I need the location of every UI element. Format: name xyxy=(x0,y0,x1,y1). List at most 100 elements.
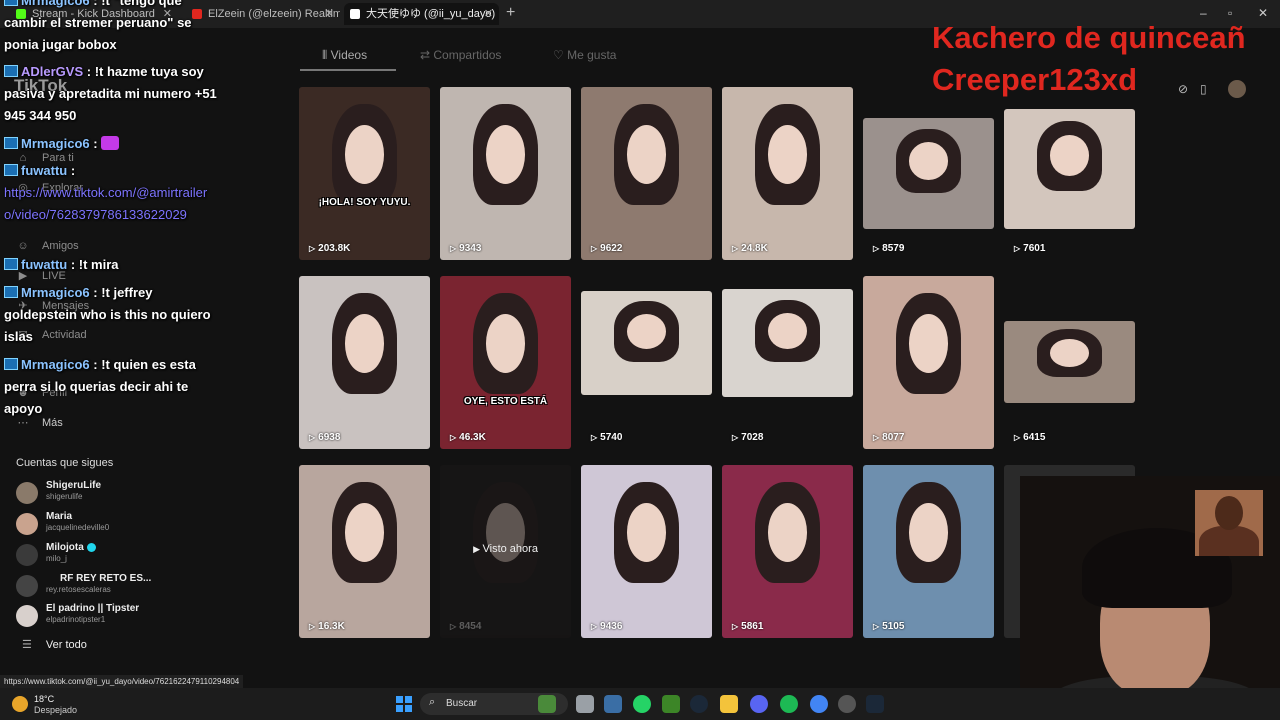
user-avatar[interactable] xyxy=(1228,80,1246,98)
active-tab-indicator xyxy=(300,69,396,71)
see-all-label: Ver todo xyxy=(45,639,87,651)
video-card[interactable]: ▷ 7601 xyxy=(1004,87,1135,260)
weather-icon[interactable] xyxy=(12,696,28,712)
video-card[interactable]: ▷ 9622 xyxy=(581,87,712,260)
maximize-button[interactable]: ▫ xyxy=(1228,6,1232,20)
play-icon: ▷ xyxy=(732,433,739,442)
search-label: Buscar xyxy=(446,698,478,709)
thumbnail-face xyxy=(908,314,949,373)
steam-icon[interactable] xyxy=(690,695,708,713)
tab-tiktok-profile[interactable]: 大天使ゆゆ (@ii_yu_dayo) | ✕ xyxy=(344,3,499,25)
chat-username: Mrmagico6 xyxy=(21,136,90,151)
tab-videos[interactable]: ⦀ Videos xyxy=(322,48,367,63)
video-card[interactable]: ▶ Visto ahora ▷ 8454 xyxy=(440,465,571,638)
account-name: Maria xyxy=(46,511,73,522)
steam-app-icon[interactable] xyxy=(866,695,884,713)
thumbnail-face xyxy=(767,503,808,562)
video-thumbnail xyxy=(299,276,430,449)
task-view-icon[interactable] xyxy=(576,695,594,713)
kick-badge-icon xyxy=(4,65,18,77)
chat-message: Mrmagico6 : !t quien es esta perra si lo… xyxy=(4,354,218,420)
video-card[interactable]: ▷ 6938 xyxy=(299,276,430,449)
play-icon: ▷ xyxy=(873,622,880,631)
thumbnail-face xyxy=(485,314,526,373)
see-all-link[interactable]: ☰ Ver todo xyxy=(22,638,87,651)
video-caption: OYE, ESTO ESTÁ xyxy=(463,396,548,407)
obs-icon[interactable] xyxy=(838,695,856,713)
chrome-icon[interactable] xyxy=(810,695,828,713)
play-icon: ▷ xyxy=(309,622,316,631)
play-icon: ▷ xyxy=(450,433,457,442)
minimize-button[interactable]: – xyxy=(1200,6,1207,20)
video-thumbnail xyxy=(722,87,853,260)
video-card[interactable]: ▷ 9343 xyxy=(440,87,571,260)
video-thumbnail xyxy=(299,87,430,260)
video-thumbnail xyxy=(863,118,994,229)
video-card[interactable]: ¡HOLA! SOY YUYU. ▷ 203.8K xyxy=(299,87,430,260)
account-name: ShigeruLife xyxy=(46,480,102,491)
video-thumbnail xyxy=(722,289,853,397)
view-count: ▷ 5740 xyxy=(591,432,623,443)
video-caption: ¡HOLA! SOY YUYU. xyxy=(318,197,411,208)
video-card[interactable]: ▷ 9436 xyxy=(581,465,712,638)
view-count: ▷ 8579 xyxy=(873,243,905,254)
thumbnail-face xyxy=(626,503,667,562)
video-card[interactable]: ▷ 24.8K xyxy=(722,87,853,260)
play-icon: ▷ xyxy=(1014,244,1021,253)
video-thumbnail xyxy=(863,276,994,449)
tab-label: ElZeein (@elzeein) Realtime Kick xyxy=(208,8,340,20)
play-icon: ▷ xyxy=(309,244,316,253)
overlay-image-body xyxy=(1199,526,1259,556)
whatsapp-icon[interactable] xyxy=(633,695,651,713)
kick-badge-icon xyxy=(4,137,18,149)
close-window-button[interactable]: ✕ xyxy=(1258,6,1268,20)
play-icon: ▷ xyxy=(873,244,880,253)
video-card[interactable]: ▷ 8077 xyxy=(863,276,994,449)
spotify-icon[interactable] xyxy=(780,695,798,713)
video-card[interactable]: ▷ 8579 xyxy=(863,87,994,260)
video-card[interactable]: ▷ 5740 xyxy=(581,276,712,449)
video-thumbnail xyxy=(863,465,994,638)
sidebar-item-amigos[interactable]: ☺ Amigos xyxy=(16,240,78,252)
video-card[interactable]: ▷ 5105 xyxy=(863,465,994,638)
chat-link[interactable]: https://www.tiktok.com/@amirtrailero/vid… xyxy=(4,185,207,222)
video-thumbnail xyxy=(581,465,712,638)
chat-message: fuwattu : https://www.tiktok.com/@amirtr… xyxy=(4,160,218,226)
extension-icon[interactable]: ⊘ xyxy=(1178,82,1188,96)
minecraft-icon[interactable] xyxy=(662,695,680,713)
thumbnail-face xyxy=(1049,339,1090,367)
video-thumbnail xyxy=(722,465,853,638)
verified-icon xyxy=(86,542,96,552)
phone-icon[interactable]: ▯ xyxy=(1200,82,1207,96)
video-card[interactable]: OYE, ESTO ESTÁ ▷ 46.3K xyxy=(440,276,571,449)
video-card[interactable]: ▷ 16.3K xyxy=(299,465,430,638)
heart-icon: ♡ xyxy=(553,48,568,62)
discord-icon[interactable] xyxy=(750,695,768,713)
video-card[interactable]: ▷ 5861 xyxy=(722,465,853,638)
video-card[interactable] xyxy=(1004,465,1135,638)
chat-text: : xyxy=(67,163,76,178)
play-icon: ▷ xyxy=(732,244,739,253)
close-icon[interactable]: ✕ xyxy=(484,3,493,25)
close-icon[interactable]: ✕ xyxy=(325,3,334,25)
account-handle: jacquelinedeville0 xyxy=(46,523,110,532)
weather-temperature[interactable]: 18°C xyxy=(34,694,54,704)
kick-badge-icon xyxy=(4,358,18,370)
friends-icon: ☺ xyxy=(17,240,29,252)
windows-start-icon[interactable] xyxy=(396,696,412,712)
overlay-image xyxy=(1195,490,1263,556)
account-name: Milojota xyxy=(46,542,96,553)
tab-me-gusta[interactable]: ♡ Me gusta xyxy=(553,48,616,62)
tab-compartidos[interactable]: ⇄ Compartidos xyxy=(420,48,501,62)
video-card[interactable]: ▷ 7028 xyxy=(722,276,853,449)
kick-badge-icon xyxy=(4,286,18,298)
calculator-icon[interactable] xyxy=(604,695,622,713)
weather-condition[interactable]: Despejado xyxy=(34,705,77,715)
thumbnail-face xyxy=(626,125,667,184)
tab-label: 大天使ゆゆ (@ii_yu_dayo) | xyxy=(366,8,499,20)
new-tab-button[interactable]: + xyxy=(506,4,515,22)
video-card[interactable]: ▷ 6415 xyxy=(1004,276,1135,449)
view-count: ▷ 9622 xyxy=(591,243,623,254)
file-explorer-icon[interactable] xyxy=(720,695,738,713)
chat-message: ADlerGVS : !t hazme tuya soy pasiva y ap… xyxy=(4,61,218,127)
